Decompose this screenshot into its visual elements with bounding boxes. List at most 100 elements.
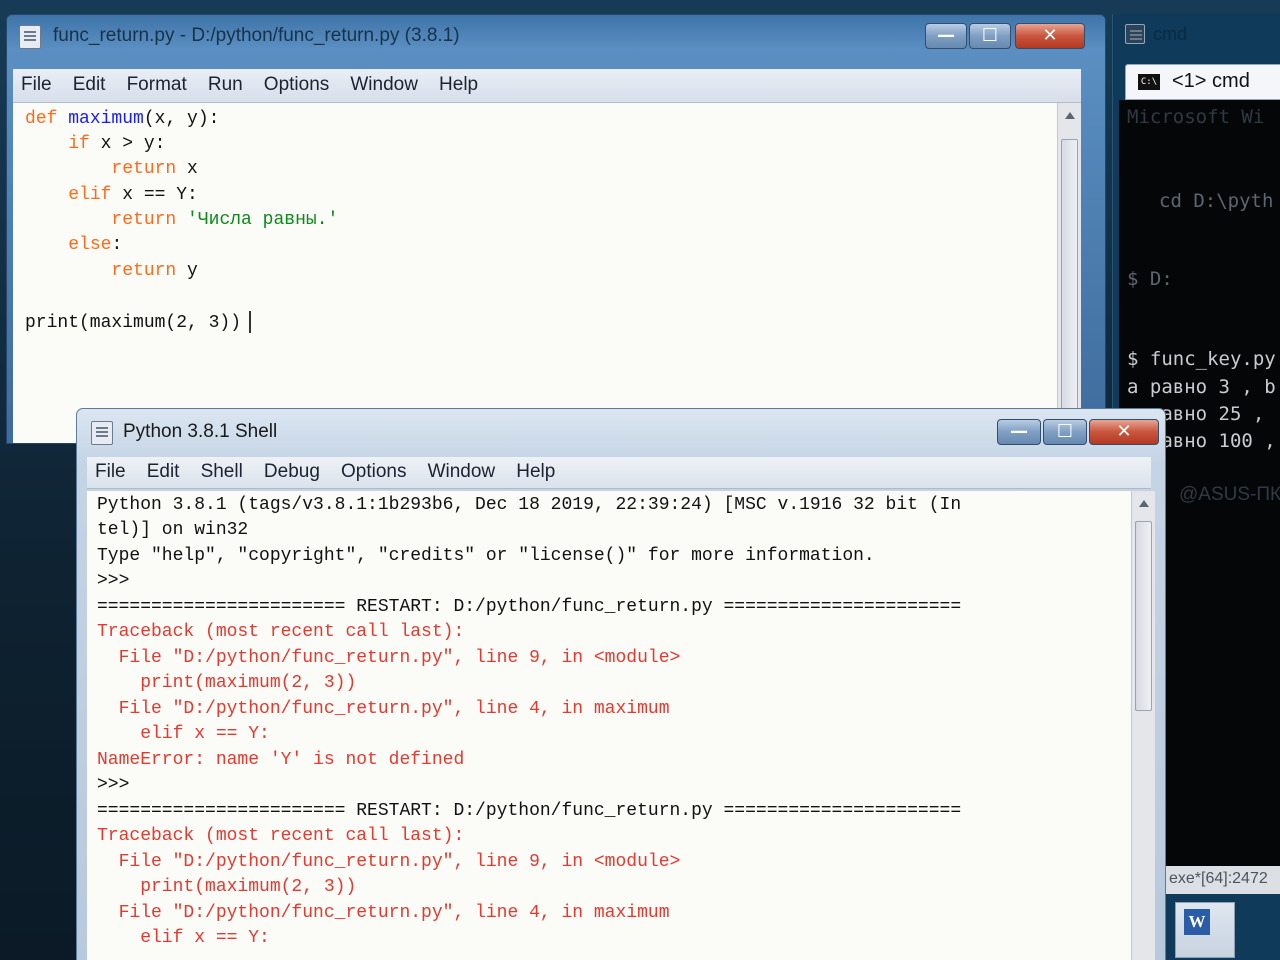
error-message: NameError: name 'Y' is not defined <box>97 750 465 770</box>
code-line: else: <box>25 235 122 255</box>
menu-debug[interactable]: Debug <box>256 457 328 483</box>
menu-shell[interactable]: Shell <box>193 457 251 483</box>
desktop: func_return.py - D:/python/func_return.p… <box>0 0 1280 960</box>
code-line: return x <box>25 159 198 179</box>
menu-window[interactable]: Window <box>420 457 504 483</box>
cmd-status-bar: exe*[64]:2472 <box>1163 866 1280 894</box>
traceback-line: File "D:/python/func_return.py", line 9,… <box>97 648 681 668</box>
cmd-tab[interactable]: C:\ <1> cmd <box>1125 64 1280 100</box>
minimize-button[interactable]: — <box>997 419 1041 445</box>
console-icon <box>1125 24 1145 44</box>
shell-output[interactable]: Python 3.8.1 (tags/v3.8.1:1b293b6, Dec 1… <box>87 491 1131 960</box>
keyword-token: else <box>68 235 112 255</box>
function-name-token: maximum <box>68 109 144 129</box>
code-line: if x > y: <box>25 134 165 154</box>
close-button[interactable]: ✕ <box>1089 419 1159 445</box>
maximize-button[interactable]: ☐ <box>1043 419 1087 445</box>
traceback-line: print(maximum(2, 3)) <box>97 673 357 693</box>
keyword-token: if <box>68 134 90 154</box>
console-line: $ func_key.py <box>1127 348 1276 370</box>
keyword-token: def <box>25 109 58 129</box>
menu-file[interactable]: File <box>87 457 134 483</box>
editor-window[interactable]: func_return.py - D:/python/func_return.p… <box>6 14 1106 444</box>
scrollbar-thumb[interactable] <box>1061 139 1078 429</box>
minimize-button[interactable]: — <box>925 23 967 49</box>
menu-options[interactable]: Options <box>333 457 414 483</box>
menu-run[interactable]: Run <box>200 69 251 96</box>
console-line: Microsoft Wi <box>1127 106 1265 128</box>
menu-help[interactable]: Help <box>431 69 486 96</box>
shell-line: Type "help", "copyright", "credits" or "… <box>97 546 875 566</box>
code-line: def maximum(x, y): <box>25 109 219 129</box>
code-token: y <box>176 261 198 281</box>
console-line: $ D: <box>1127 268 1173 290</box>
shell-line: Python 3.8.1 (tags/v3.8.1:1b293b6, Dec 1… <box>97 495 962 515</box>
shell-prompt: >>> <box>97 775 130 795</box>
menu-format[interactable]: Format <box>119 69 195 96</box>
traceback-line: elif x == Y: <box>97 928 270 948</box>
scrollbar-thumb[interactable] <box>1135 521 1152 711</box>
string-token: 'Числа равны.' <box>187 210 339 230</box>
keyword-token: elif <box>68 185 112 205</box>
restart-banner: ======================= RESTART: D:/pyth… <box>97 801 962 821</box>
shell-line: tel)] on win32 <box>97 520 249 540</box>
menu-window[interactable]: Window <box>342 69 426 96</box>
code-line: return 'Числа равны.' <box>25 210 338 230</box>
keyword-token: return <box>111 159 177 179</box>
cmd-tab-label: <1> cmd <box>1172 70 1250 92</box>
console-line: a равно 3 , b <box>1127 376 1276 398</box>
word-icon: W <box>1184 909 1210 935</box>
maximize-button[interactable]: ☐ <box>969 23 1011 49</box>
scroll-up-arrow-icon[interactable] <box>1139 500 1149 507</box>
code-line: print(maximum(2, 3)) <box>25 313 242 333</box>
editor-titlebar[interactable]: func_return.py - D:/python/func_return.p… <box>7 15 1105 61</box>
code-token: (x, y): <box>143 109 220 129</box>
editor-title: func_return.py - D:/python/func_return.p… <box>53 25 460 46</box>
restart-banner: ======================= RESTART: D:/pyth… <box>97 597 962 617</box>
shell-prompt: >>> <box>97 571 130 591</box>
code-token: x > y: <box>89 134 166 154</box>
console-line: @ASUS-ПК <box>1179 484 1280 505</box>
code-editor[interactable]: def maximum(x, y): if x > y: return x el… <box>13 103 1057 443</box>
python-file-icon <box>19 25 41 49</box>
menu-options[interactable]: Options <box>256 69 337 96</box>
menu-edit[interactable]: Edit <box>65 69 114 96</box>
traceback-line: elif x == Y: <box>97 724 270 744</box>
shell-menubar: File Edit Shell Debug Options Window Hel… <box>87 457 1151 489</box>
traceback-line: File "D:/python/func_return.py", line 4,… <box>97 699 670 719</box>
cmd-prompt-icon: C:\ <box>1138 74 1160 90</box>
traceback-line: Traceback (most recent call last): <box>97 826 465 846</box>
shell-title: Python 3.8.1 Shell <box>123 421 278 442</box>
menu-help[interactable]: Help <box>508 457 563 483</box>
code-token: x == Y: <box>111 185 198 205</box>
code-token: : <box>111 235 123 255</box>
code-token: x <box>176 159 198 179</box>
traceback-line: print(maximum(2, 3)) <box>97 877 357 897</box>
menu-file[interactable]: File <box>13 69 60 96</box>
traceback-line: File "D:/python/func_return.py", line 9,… <box>97 852 681 872</box>
traceback-line: File "D:/python/func_return.py", line 4,… <box>97 903 670 923</box>
keyword-token: return <box>111 261 177 281</box>
text-cursor <box>249 311 251 333</box>
shell-scrollbar[interactable] <box>1131 491 1155 960</box>
close-button[interactable]: ✕ <box>1015 23 1085 49</box>
python-shell-icon <box>91 421 113 445</box>
menu-edit[interactable]: Edit <box>139 457 188 483</box>
shell-window[interactable]: Python 3.8.1 Shell — ☐ ✕ File Edit Shell… <box>76 408 1166 960</box>
scroll-up-arrow-icon[interactable] <box>1065 112 1075 119</box>
code-line: return y <box>25 261 198 281</box>
word-taskbar-icon[interactable]: W <box>1175 902 1235 958</box>
console-line: cd D:\pyth <box>1159 190 1274 212</box>
code-line: elif x == Y: <box>25 185 198 205</box>
traceback-line: Traceback (most recent call last): <box>97 622 465 642</box>
keyword-token: return <box>111 210 177 230</box>
editor-menubar: File Edit Format Run Options Window Help <box>13 69 1081 103</box>
editor-scrollbar[interactable] <box>1057 103 1081 443</box>
